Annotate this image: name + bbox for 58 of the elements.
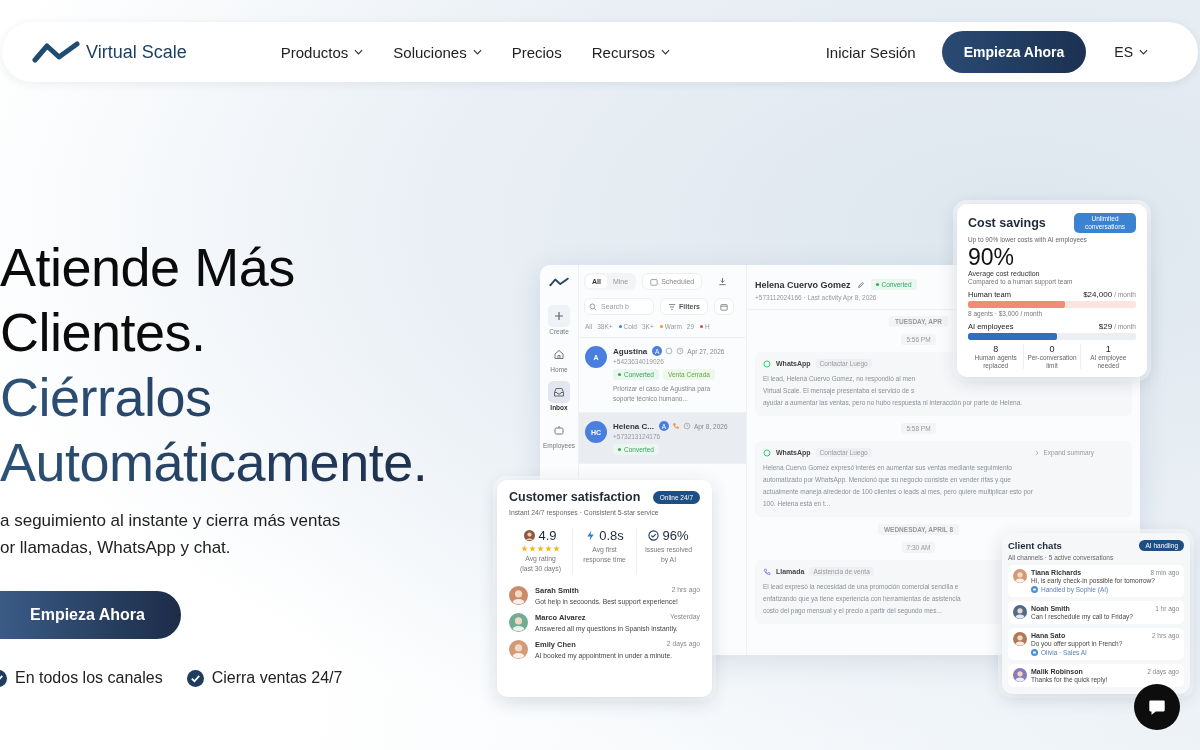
card-title: Cost savings (968, 216, 1046, 230)
percentage-value: 90% (968, 245, 1016, 270)
avatar (509, 640, 528, 659)
nav-link[interactable]: Soluciones (393, 43, 482, 61)
hero-subtitle: a seguimiento al instante y cierra más ventas or llamadas, WhatsApp y chat. (0, 510, 342, 559)
avatar (1013, 632, 1027, 646)
calendar-button[interactable] (714, 298, 734, 315)
nav-link[interactable]: Productos (280, 43, 364, 61)
nav-link[interactable]: Recursos (591, 43, 671, 61)
language-selector[interactable]: ES (1114, 44, 1148, 60)
cta-button[interactable]: Empieza Ahora (0, 591, 181, 639)
contact-name: Helena Cuervo Gomez (755, 279, 851, 290)
phone-icon (671, 422, 680, 430)
filter-icon (668, 302, 676, 311)
stat-value: 96% (662, 528, 689, 543)
chevron-down-icon (472, 49, 482, 55)
feature-label: En todos los canales (15, 669, 163, 687)
feature-label: Cierra ventas 24/7 (211, 669, 343, 687)
stat-value: 8 (993, 344, 999, 354)
logo-icon[interactable] (32, 40, 80, 64)
stat-value: 1 (1105, 344, 1111, 354)
avatar (509, 613, 528, 632)
home-icon (553, 348, 565, 360)
logo-icon (549, 277, 569, 287)
check-circle-icon (186, 669, 204, 687)
chevron-right-icon (1035, 449, 1040, 456)
lead-name: Helena C... (613, 421, 654, 431)
download-icon[interactable] (718, 277, 728, 286)
login-link[interactable]: Iniciar Sesión (825, 43, 916, 61)
clock-icon (682, 422, 691, 430)
robot-icon (553, 424, 565, 436)
chevron-down-icon (661, 49, 671, 55)
card-title: Client chats (1008, 540, 1062, 551)
avatar (509, 586, 528, 605)
calendar-icon (720, 302, 728, 311)
brand-name[interactable]: Virtual Scale (86, 41, 187, 63)
lead-name: Agustina (613, 346, 648, 356)
cta-button[interactable]: Empieza Ahora (941, 31, 1087, 73)
inbox-icon (553, 386, 565, 398)
stat-value: 4.9 (538, 528, 557, 543)
stat-value: 0 (1049, 344, 1055, 354)
avatar (1013, 605, 1027, 619)
phone-icon (763, 567, 771, 576)
avatar (1013, 569, 1027, 583)
chevron-down-icon (354, 49, 364, 55)
chat-button[interactable] (1134, 684, 1180, 730)
stat-value: 0.8s (599, 528, 624, 543)
chevron-down-icon (1139, 49, 1148, 55)
pencil-icon[interactable] (856, 280, 865, 289)
calendar-icon (650, 277, 659, 286)
headline: Atiende Más Clientes. (0, 236, 296, 364)
clock-icon (676, 347, 685, 355)
avatar (1013, 668, 1027, 682)
check-circle-icon (648, 530, 660, 541)
plus-icon (553, 310, 565, 322)
avatar (524, 530, 536, 541)
nav-link[interactable]: Precios (511, 43, 562, 61)
card-title: Customer satisfaction (509, 490, 641, 504)
